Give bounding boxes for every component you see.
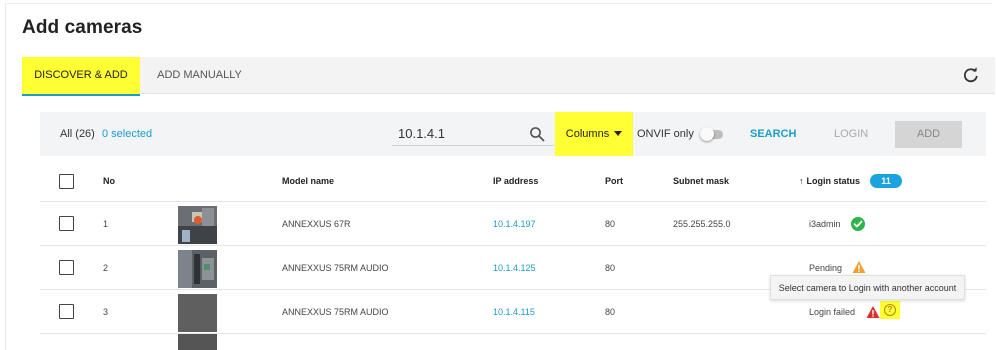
check-icon: [851, 217, 865, 231]
table-header-row: No Model name IP address Port Subnet mas…: [40, 156, 986, 202]
header-ip-address[interactable]: IP address: [493, 156, 538, 206]
page-title: Add cameras: [22, 17, 143, 38]
subnet-mask: 255.255.255.0: [673, 219, 731, 229]
row-number: 2: [103, 263, 109, 273]
row-checkbox[interactable]: [59, 260, 74, 275]
login-status: i3admin: [809, 219, 841, 229]
help-button[interactable]: ?: [880, 301, 900, 319]
ip-address-link[interactable]: 10.1.4.125: [493, 246, 536, 290]
camera-thumbnail-partial: [178, 334, 217, 350]
onvif-only-toggle[interactable]: [700, 127, 723, 141]
caret-down-icon: [614, 131, 623, 136]
model-name: ANNEXXUS 67R: [282, 219, 351, 229]
ip-address-link[interactable]: 10.1.4.115: [493, 290, 535, 334]
search-button[interactable]: SEARCH: [750, 112, 796, 156]
camera-thumbnail: [178, 250, 217, 288]
camera-thumbnail: [178, 206, 217, 244]
header-login-status[interactable]: ↑ Login status: [799, 156, 860, 206]
tab-discover-add[interactable]: DISCOVER & ADD: [22, 57, 140, 96]
ip-address-link[interactable]: 10.1.4.197: [493, 202, 536, 246]
camera-thumbnail: [178, 294, 217, 332]
search-icon[interactable]: [529, 126, 545, 142]
row-number: 1: [103, 219, 109, 229]
discover-toolbar: All (26) 0 selected Columns ONVIF only S…: [40, 112, 986, 156]
camera-table: No Model name IP address Port Subnet mas…: [40, 156, 986, 334]
row-number: 3: [103, 307, 109, 317]
header-no[interactable]: No: [103, 156, 115, 206]
row-checkbox[interactable]: [59, 304, 74, 319]
onvif-only-label: ONVIF only: [637, 128, 694, 140]
header-subnet-mask[interactable]: Subnet mask: [673, 156, 729, 206]
add-button[interactable]: ADD: [895, 121, 962, 148]
model-name: ANNEXXUS 75RM AUDIO: [282, 307, 389, 317]
columns-dropdown[interactable]: Columns: [555, 112, 633, 156]
columns-label: Columns: [565, 128, 610, 140]
model-name: ANNEXXUS 75RM AUDIO: [282, 263, 389, 273]
header-model-name[interactable]: Model name: [282, 156, 334, 206]
tab-bar: DISCOVER & ADD ADD MANUALLY: [22, 57, 995, 96]
tab-add-manually[interactable]: ADD MANUALLY: [152, 57, 247, 94]
login-tooltip: Select camera to Login with another acco…: [770, 275, 965, 300]
all-count: All (26): [60, 128, 95, 140]
table-row[interactable]: 1 ANNEXXUS 67R 10.1.4.197 80 255.255.255…: [40, 202, 986, 246]
warning-icon: [852, 261, 866, 273]
select-all-checkbox[interactable]: [59, 174, 74, 189]
row-checkbox[interactable]: [59, 216, 74, 231]
port: 80: [605, 307, 616, 317]
selected-count-link[interactable]: 0 selected: [102, 112, 152, 156]
header-port[interactable]: Port: [605, 156, 623, 206]
port: 80: [605, 219, 616, 229]
sort-up-icon: ↑: [799, 176, 804, 186]
toggle-knob: [700, 127, 714, 141]
login-button[interactable]: LOGIN: [834, 112, 868, 156]
error-icon: [866, 306, 880, 318]
port: 80: [605, 263, 616, 273]
login-count-badge: 11: [870, 174, 902, 188]
header-login-status-label: Login status: [806, 176, 861, 186]
refresh-icon[interactable]: [963, 67, 979, 83]
help-icon: ?: [884, 304, 896, 316]
